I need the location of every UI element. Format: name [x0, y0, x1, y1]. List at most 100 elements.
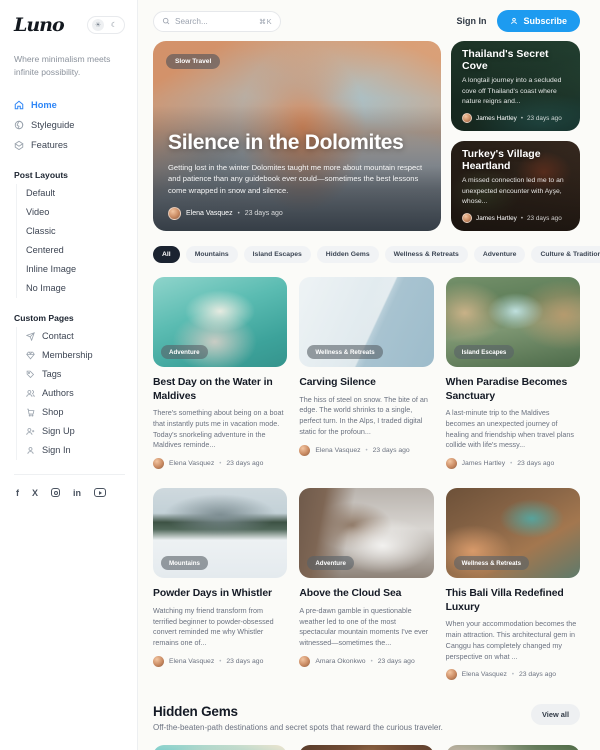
hero-category-badge[interactable]: Slow Travel — [166, 54, 220, 69]
avatar — [462, 113, 472, 123]
sidebar-item-label: Home — [31, 100, 57, 110]
gem-card[interactable]: Culture & Traditions — [299, 745, 433, 750]
post-title[interactable]: Best Day on the Water in Maldives — [153, 376, 287, 403]
author-name: Elena Vasquez — [169, 460, 214, 467]
post-excerpt: The hiss of steel on snow. The bite of a… — [299, 395, 433, 438]
author-name: Elena Vasquez — [462, 671, 507, 678]
gem-card[interactable]: Hidden Gems — [153, 745, 287, 750]
search-input[interactable] — [175, 17, 254, 26]
youtube-icon[interactable] — [94, 488, 106, 498]
linkedin-icon[interactable]: in — [73, 488, 81, 498]
home-icon — [14, 100, 24, 110]
filter-adventure[interactable]: Adventure — [474, 246, 526, 263]
theme-toggle[interactable]: ☀ ☾ — [87, 16, 125, 34]
users-icon — [26, 389, 35, 398]
hero-featured-post[interactable]: Slow Travel Silence in the Dolomites Get… — [153, 41, 441, 231]
custom-pages-list: Contact Membership Tags Authors Shop — [16, 327, 125, 460]
post-card[interactable]: Mountains Powder Days in Whistler Watchi… — [153, 488, 287, 680]
avatar — [168, 207, 181, 220]
post-date: 23 days ago — [373, 447, 410, 454]
sidebar-item-centered[interactable]: Centered — [26, 241, 125, 260]
post-card[interactable]: Adventure Best Day on the Water in Maldi… — [153, 277, 287, 469]
facebook-icon[interactable]: f — [16, 488, 19, 498]
filter-wellness-retreats[interactable]: Wellness & Retreats — [385, 246, 468, 263]
sidebar-item-label: Shop — [42, 407, 63, 417]
filter-culture-traditions[interactable]: Culture & Traditions — [531, 246, 600, 263]
search-icon — [162, 17, 170, 25]
instagram-icon[interactable] — [51, 488, 60, 498]
category-badge[interactable]: Wellness & Retreats — [307, 345, 382, 359]
social-links: f X in — [14, 474, 125, 498]
sidebar-item-video[interactable]: Video — [26, 203, 125, 222]
sidebar-item-default[interactable]: Default — [26, 184, 125, 203]
search-box[interactable]: ⌘K — [153, 11, 281, 32]
filter-mountains[interactable]: Mountains — [186, 246, 238, 263]
post-excerpt: A longtail journey into a secluded cove … — [462, 76, 569, 107]
post-date: 23 days ago — [519, 671, 556, 678]
post-date: 23 days ago — [527, 115, 562, 122]
post-date: 23 days ago — [378, 658, 415, 665]
sidebar-item-label: Authors — [42, 388, 74, 398]
user-icon — [26, 446, 35, 455]
post-card[interactable]: Wellness & Retreats This Bali Villa Rede… — [446, 488, 580, 680]
subscribe-button[interactable]: Subscribe — [497, 10, 580, 32]
sidebar-item-sign-in[interactable]: Sign In — [26, 441, 125, 460]
post-card[interactable]: Wellness & Retreats Carving Silence The … — [299, 277, 433, 469]
post-excerpt: Watching my friend transform from terrif… — [153, 606, 287, 649]
sidebar-item-classic[interactable]: Classic — [26, 222, 125, 241]
moon-icon[interactable]: ☾ — [108, 19, 120, 31]
sign-in-link[interactable]: Sign In — [456, 16, 486, 26]
post-title[interactable]: When Paradise Becomes Sanctuary — [446, 376, 580, 403]
sidebar-item-label: Tags — [42, 369, 61, 379]
sidebar-item-tags[interactable]: Tags — [26, 365, 125, 384]
gem-card[interactable]: Hidden Gems — [446, 745, 580, 750]
post-byline: James Hartley 23 days ago — [462, 113, 569, 123]
sidebar-item-inline-image[interactable]: Inline Image — [26, 260, 125, 279]
sidebar-item-label: Styleguide — [31, 120, 74, 130]
post-title[interactable]: This Bali Villa Redefined Luxury — [446, 587, 580, 614]
category-badge[interactable]: Island Escapes — [454, 345, 515, 359]
subscribe-label: Subscribe — [523, 16, 567, 26]
sidebar-item-membership[interactable]: Membership — [26, 346, 125, 365]
sidebar-item-contact[interactable]: Contact — [26, 327, 125, 346]
sidebar-item-no-image[interactable]: No Image — [26, 279, 125, 298]
post-title[interactable]: Powder Days in Whistler — [153, 587, 287, 601]
post-card[interactable]: Island Escapes When Paradise Becomes San… — [446, 277, 580, 469]
hero-side-post[interactable]: Turkey's Village Heartland A missed conn… — [451, 141, 580, 231]
hidden-gems-grid: Hidden Gems Culture & Traditions Hidden … — [153, 745, 580, 750]
filter-all[interactable]: All — [153, 246, 180, 263]
logo[interactable]: Luno — [14, 14, 64, 36]
category-badge[interactable]: Wellness & Retreats — [454, 556, 529, 570]
sun-icon[interactable]: ☀ — [92, 19, 104, 31]
sidebar-item-label: Sign Up — [42, 426, 75, 436]
sidebar-item-styleguide[interactable]: Styleguide — [14, 115, 125, 135]
avatar — [299, 445, 310, 456]
post-title[interactable]: Carving Silence — [299, 376, 433, 390]
category-badge[interactable]: Mountains — [161, 556, 208, 570]
styleguide-icon — [14, 120, 24, 130]
sidebar-item-features[interactable]: Features — [14, 135, 125, 155]
post-title[interactable]: Above the Cloud Sea — [299, 587, 433, 601]
post-byline: James Hartley 23 days ago — [446, 458, 580, 469]
section-subtitle: Off-the-beaten-path destinations and sec… — [153, 723, 443, 732]
topbar: ⌘K Sign In Subscribe — [153, 10, 580, 32]
post-card[interactable]: Adventure Above the Cloud Sea A pre-dawn… — [299, 488, 433, 680]
sidebar-item-sign-up[interactable]: Sign Up — [26, 422, 125, 441]
view-all-button[interactable]: View all — [531, 704, 580, 725]
category-badge[interactable]: Adventure — [161, 345, 208, 359]
sidebar-item-home[interactable]: Home — [14, 95, 125, 115]
x-icon[interactable]: X — [32, 488, 38, 498]
post-date: 23 days ago — [226, 658, 263, 665]
hero-side-post[interactable]: Thailand's Secret Cove A longtail journe… — [451, 41, 580, 131]
post-excerpt: There's something about being on a boat … — [153, 408, 287, 451]
sidebar-item-authors[interactable]: Authors — [26, 384, 125, 403]
filter-island-escapes[interactable]: Island Escapes — [244, 246, 311, 263]
category-badge[interactable]: Adventure — [307, 556, 354, 570]
post-excerpt: When your accommodation becomes the main… — [446, 619, 580, 662]
avatar — [446, 669, 457, 680]
post-date: 23 days ago — [517, 460, 554, 467]
author-name: Elena Vasquez — [169, 658, 214, 665]
sidebar-item-shop[interactable]: Shop — [26, 403, 125, 422]
filter-hidden-gems[interactable]: Hidden Gems — [317, 246, 379, 263]
post-title: Thailand's Secret Cove — [462, 48, 569, 72]
